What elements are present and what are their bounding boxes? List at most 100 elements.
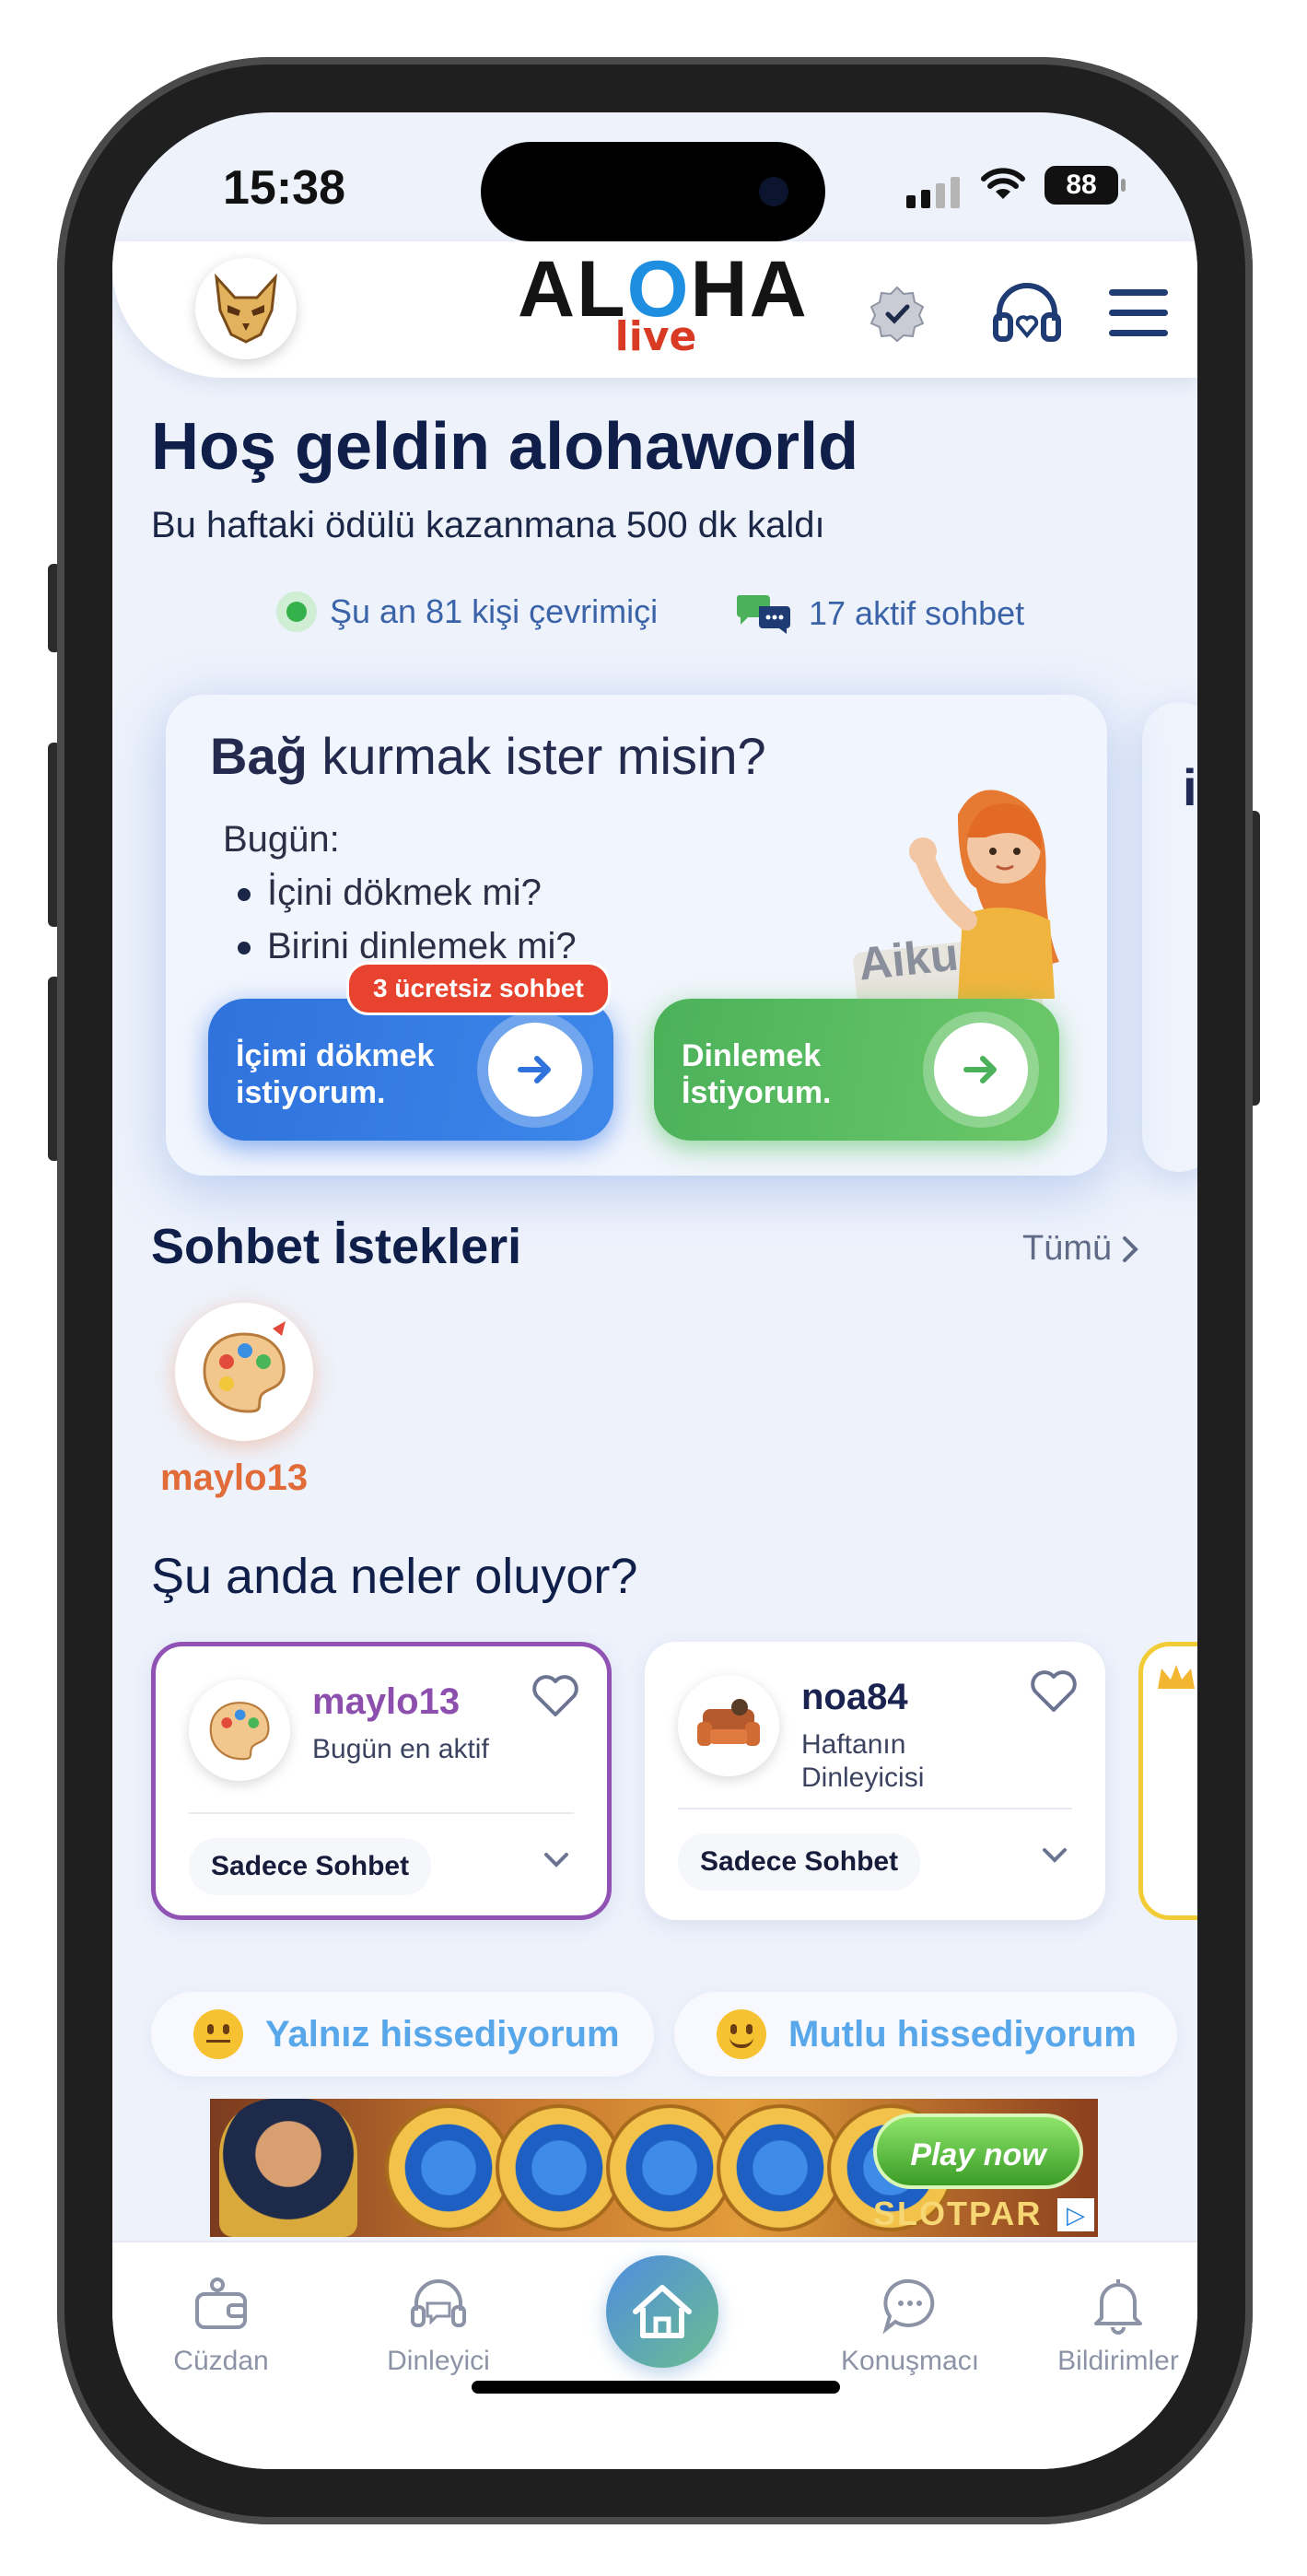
mood-happy-label: Mutlu hissediyorum	[788, 2013, 1137, 2055]
fox-mask-icon	[214, 273, 278, 344]
online-dot-icon	[276, 591, 317, 632]
tab-notifications-label: Bildirimler	[1057, 2346, 1179, 2376]
logo-text-al: AL	[518, 245, 627, 334]
app-header: ALOHA live	[112, 241, 1197, 378]
online-users-indicator: Şu an 81 kişi çevrimiçi	[276, 591, 658, 632]
aiku-sign-text: Aiku	[856, 928, 961, 990]
user-description-line1: Haftanın	[801, 1729, 906, 1760]
vent-button[interactable]: İçimi dökmek istiyorum.	[208, 999, 613, 1141]
chat-mode-label: Sadece Sohbet	[189, 1838, 432, 1895]
paint-palette-icon	[209, 1702, 270, 1761]
user-description: Bugün en aktif	[312, 1734, 489, 1764]
ad-play-now-button[interactable]: Play now	[873, 2113, 1083, 2189]
status-time: 15:38	[223, 161, 345, 215]
chevron-down-icon[interactable]	[543, 1851, 570, 1869]
heart-icon[interactable]	[1030, 1669, 1078, 1714]
tab-notifications[interactable]: Bildirimler	[1035, 2276, 1197, 2377]
weekly-reward-text: Bu haftaki ödülü kazanmana 500 dk kaldı	[151, 505, 825, 545]
online-users-text: Şu an 81 kişi çevrimiçi	[330, 592, 659, 630]
bullet-vent: İçini dökmek mi?	[223, 866, 577, 919]
connect-card-body: Bugün: İçini dökmek mi? Birini dinlemek …	[223, 813, 577, 973]
active-chats-text: 17 aktif sohbet	[809, 594, 1025, 632]
headset-icon	[411, 2279, 466, 2327]
next-card-title: it	[1183, 758, 1197, 816]
smiling-face-icon	[717, 2009, 766, 2059]
front-camera	[759, 177, 788, 206]
profile-avatar[interactable]	[195, 258, 297, 359]
paint-palette-icon	[203, 1321, 286, 1413]
heart-icon[interactable]	[531, 1674, 579, 1718]
wifi-icon	[981, 168, 1025, 199]
next-carousel-card[interactable]: it E	[1142, 702, 1197, 1172]
request-username[interactable]: maylo13	[160, 1458, 308, 1499]
tab-wallet-label: Cüzdan	[173, 2346, 269, 2376]
neutral-face-icon	[193, 2009, 243, 2059]
chat-mode-label: Sadece Sohbet	[678, 1833, 921, 1891]
logo-text-ha: HA	[690, 245, 809, 334]
battery-indicator: 88	[1044, 166, 1126, 205]
armchair-icon	[697, 1699, 760, 1746]
aloha-live-logo: ALOHA live	[518, 249, 807, 360]
welcome-title: Hoş geldin alohaworld	[151, 410, 859, 484]
active-chats-indicator: 17 aktif sohbet	[735, 591, 1024, 636]
tab-speaker[interactable]: Konuşmacı	[827, 2276, 993, 2377]
chat-requests-title: Sohbet İstekleri	[151, 1219, 522, 1274]
user-card-noa84[interactable]: noa84 Haftanın Dinleyicisi Sadece Sohbet	[645, 1642, 1105, 1920]
dynamic-island	[481, 142, 825, 241]
free-chats-badge: 3 ücretsiz sohbet	[346, 962, 611, 1015]
tab-home[interactable]	[606, 2255, 718, 2368]
ad-coin-image	[717, 2104, 844, 2231]
ad-banner[interactable]: Play now SLOTPAR ▷	[210, 2099, 1098, 2237]
mood-happy-button[interactable]: Mutlu hissediyorum	[674, 1992, 1177, 2077]
listen-button[interactable]: Dinlemek İstiyorum.	[654, 999, 1059, 1141]
bell-icon	[1094, 2279, 1142, 2335]
divider	[189, 1812, 574, 1814]
connect-card-title: Bağ kurmak ister misin?	[210, 726, 766, 786]
tab-listener[interactable]: Dinleyici	[356, 2276, 521, 2377]
mood-lonely-button[interactable]: Yalnız hissediyorum	[151, 1992, 654, 2077]
wallet-icon	[195, 2277, 247, 2329]
verified-badge-icon[interactable]	[868, 284, 927, 343]
ad-coin-image	[496, 2104, 623, 2231]
tab-listener-label: Dinleyici	[387, 2346, 490, 2376]
arrow-right-icon	[488, 1023, 582, 1117]
ad-character-image	[219, 2099, 357, 2237]
user-description: Haftanın Dinleyicisi	[801, 1728, 924, 1795]
home-icon	[633, 2285, 692, 2338]
see-all-label: Tümü	[1022, 1229, 1113, 1268]
tab-speaker-label: Konuşmacı	[840, 2346, 980, 2376]
hamburger-menu-icon[interactable]	[1107, 287, 1170, 339]
see-all-link[interactable]: Tümü	[1022, 1229, 1139, 1269]
user-description-line2: Dinleyicisi	[801, 1762, 925, 1793]
happening-title: Şu anda neler oluyor?	[151, 1549, 638, 1604]
user-card-maylo13[interactable]: maylo13 Bugün en aktif Sadece Sohbet	[151, 1642, 612, 1920]
request-avatar[interactable]	[175, 1303, 313, 1441]
chevron-right-icon	[1123, 1235, 1138, 1262]
today-label: Bugün:	[223, 819, 340, 860]
cellular-signal-icon	[906, 177, 960, 208]
tab-wallet[interactable]: Cüzdan	[138, 2276, 304, 2377]
ad-coin-image	[385, 2104, 512, 2231]
chat-bubbles-icon	[736, 595, 790, 634]
bottom-tab-bar: Cüzdan Dinleyici Konuşmacı Bildirimler	[112, 2241, 1197, 2469]
headphones-heart-icon[interactable]	[992, 280, 1062, 345]
chat-bubble-icon	[882, 2278, 935, 2335]
user-name: maylo13	[312, 1681, 461, 1722]
home-indicator	[472, 2381, 840, 2394]
connect-title-rest: kurmak ister misin?	[307, 727, 766, 785]
mood-lonely-label: Yalnız hissediyorum	[265, 2013, 620, 2055]
app-screen: 15:38 88 ALOHA live Hoş geldin alohaworl…	[112, 112, 1197, 2469]
crown-icon	[1158, 1665, 1195, 1689]
divider	[678, 1808, 1072, 1809]
user-avatar	[678, 1675, 779, 1776]
user-avatar	[189, 1680, 290, 1781]
ad-brand-text: SLOTPAR	[873, 2195, 1043, 2232]
arrow-right-icon	[934, 1023, 1028, 1117]
ad-coin-image	[606, 2104, 733, 2231]
connect-title-bold: Bağ	[210, 727, 308, 785]
user-card-partial[interactable]	[1138, 1642, 1197, 1920]
ad-choices-icon[interactable]: ▷	[1057, 2198, 1094, 2231]
connect-card: Bağ kurmak ister misin? Bugün: İçini dök…	[166, 695, 1107, 1176]
chevron-down-icon[interactable]	[1041, 1846, 1068, 1865]
user-name: noa84	[801, 1677, 908, 1717]
